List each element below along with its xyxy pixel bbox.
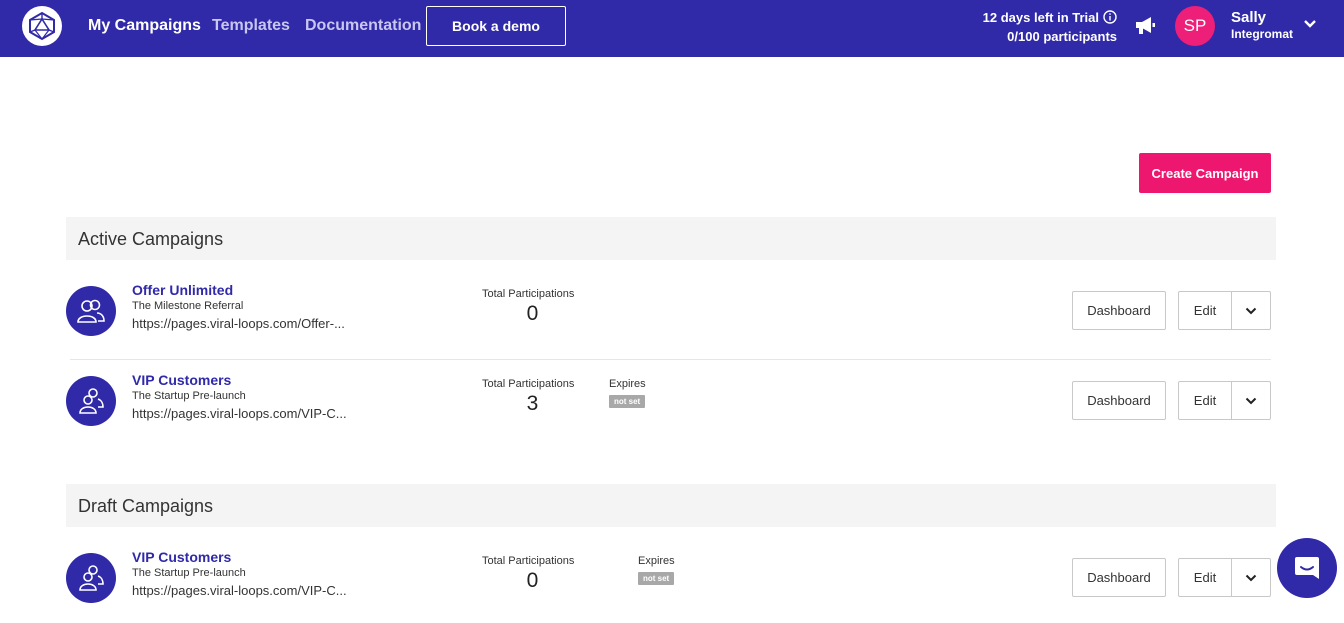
users-icon [66,553,116,603]
chevron-down-icon [1245,392,1257,410]
megaphone-icon[interactable] [1134,15,1156,40]
edit-button[interactable]: Edit [1178,381,1232,420]
campaign-type: The Startup Pre-launch [132,390,246,402]
participations-label: Total Participations [482,288,575,300]
expires-label: Expires [638,555,675,567]
more-options-button[interactable] [1231,558,1271,597]
participations-value: 3 [526,392,539,415]
list-item: VIP Customers The Startup Pre-launch htt… [66,366,1276,446]
campaign-type: The Startup Pre-launch [132,567,246,579]
list-item: VIP Customers The Startup Pre-launch htt… [66,543,1276,623]
campaign-url[interactable]: https://pages.viral-loops.com/Offer-... [132,316,345,331]
chevron-down-icon [1245,569,1257,587]
divider [70,359,1271,360]
participations-value: 0 [526,302,539,325]
trial-status: 12 days left in Trial 0/100 participants [983,9,1117,45]
status-badge: not set [638,572,675,585]
more-options-button[interactable] [1231,381,1271,420]
avatar[interactable]: SP [1175,6,1215,46]
nav-templates[interactable]: Templates [212,17,290,35]
chat-icon[interactable] [1277,538,1337,598]
create-campaign-button[interactable]: Create Campaign [1139,153,1271,193]
user-organization[interactable]: Integromat [1231,27,1293,41]
section-title: Draft Campaigns [78,496,214,516]
logo-icon[interactable] [22,6,62,46]
info-icon[interactable] [1103,9,1117,28]
nav-documentation[interactable]: Documentation [305,17,421,35]
status-badge: not set [609,395,646,408]
active-campaigns-header: Active Campaigns [66,217,1276,260]
chevron-down-icon [1245,302,1257,320]
participations-label: Total Participations [482,378,575,390]
campaign-type: The Milestone Referral [132,300,244,312]
dashboard-button[interactable]: Dashboard [1072,558,1166,597]
more-options-button[interactable] [1231,291,1271,330]
users-icon [66,376,116,426]
trial-days-text: 12 days left in Trial [982,10,1099,25]
top-navbar: My Campaigns Templates Documentation Boo… [0,0,1344,57]
expires-label: Expires [609,378,646,390]
participants-count: 0/100 participants [1007,28,1117,44]
campaign-url[interactable]: https://pages.viral-loops.com/VIP-C... [132,583,347,598]
campaign-url[interactable]: https://pages.viral-loops.com/VIP-C... [132,406,347,421]
book-demo-button[interactable]: Book a demo [426,6,566,46]
section-title: Active Campaigns [78,229,224,249]
nav-my-campaigns[interactable]: My Campaigns [88,17,201,35]
participations-value: 0 [526,569,539,592]
participations-label: Total Participations [482,555,575,567]
dashboard-button[interactable]: Dashboard [1072,381,1166,420]
chevron-down-icon[interactable] [1303,16,1317,34]
edit-button[interactable]: Edit [1178,558,1232,597]
user-name[interactable]: Sally [1231,9,1266,26]
campaign-name-link[interactable]: VIP Customers [132,372,231,388]
dashboard-button[interactable]: Dashboard [1072,291,1166,330]
list-item: Offer Unlimited The Milestone Referral h… [66,276,1276,356]
campaign-name-link[interactable]: VIP Customers [132,549,231,565]
draft-campaigns-header: Draft Campaigns [66,484,1276,527]
edit-button[interactable]: Edit [1178,291,1232,330]
campaign-name-link[interactable]: Offer Unlimited [132,282,233,298]
users-icon [66,286,116,336]
